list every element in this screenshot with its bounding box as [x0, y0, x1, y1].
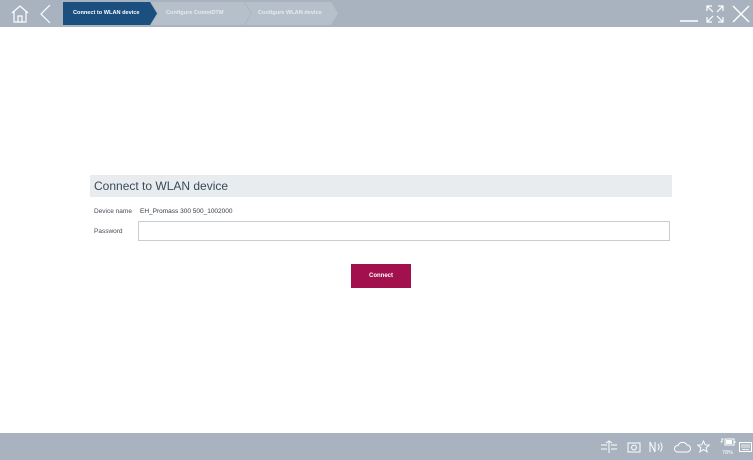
back-arrow-icon — [40, 4, 51, 23]
camera-icon — [627, 442, 641, 452]
password-field[interactable] — [138, 221, 670, 241]
network-icon — [601, 439, 617, 453]
network-button[interactable] — [598, 433, 620, 460]
home-button[interactable] — [8, 2, 32, 25]
page-title: Connect to WLAN device — [94, 179, 229, 193]
cloud-button[interactable] — [671, 433, 693, 460]
breadcrumb-step-configure-commdtm[interactable]: Configure CommDTM — [166, 2, 224, 25]
password-label: Password — [94, 228, 123, 235]
battery-icon — [720, 438, 736, 446]
nfc-button[interactable] — [648, 433, 666, 460]
breadcrumb-step-configure-wlan[interactable]: Configure WLAN device — [258, 2, 322, 25]
cloud-icon — [673, 441, 691, 452]
camera-button[interactable] — [625, 433, 643, 460]
connect-button[interactable]: Connect — [351, 264, 411, 288]
device-name-label: Device name — [94, 208, 132, 215]
keyboard-icon — [739, 441, 752, 452]
favorite-button[interactable] — [695, 433, 711, 460]
minimize-button[interactable] — [677, 2, 701, 25]
minimize-icon — [680, 19, 698, 22]
close-button[interactable] — [729, 2, 753, 25]
panel-header: Connect to WLAN device — [90, 175, 672, 197]
device-name-value: EH_Promass 300 500_1002000 — [140, 208, 233, 215]
nfc-icon — [649, 441, 663, 452]
home-icon — [11, 4, 29, 23]
close-icon — [732, 5, 750, 22]
breadcrumb-step-connect[interactable]: Connect to WLAN device — [73, 2, 140, 25]
fullscreen-icon — [706, 4, 724, 23]
battery-percent: 78% — [722, 450, 734, 456]
fullscreen-button[interactable] — [703, 2, 727, 25]
keyboard-button[interactable] — [738, 433, 753, 460]
star-icon — [696, 440, 710, 453]
back-button[interactable] — [34, 2, 58, 25]
